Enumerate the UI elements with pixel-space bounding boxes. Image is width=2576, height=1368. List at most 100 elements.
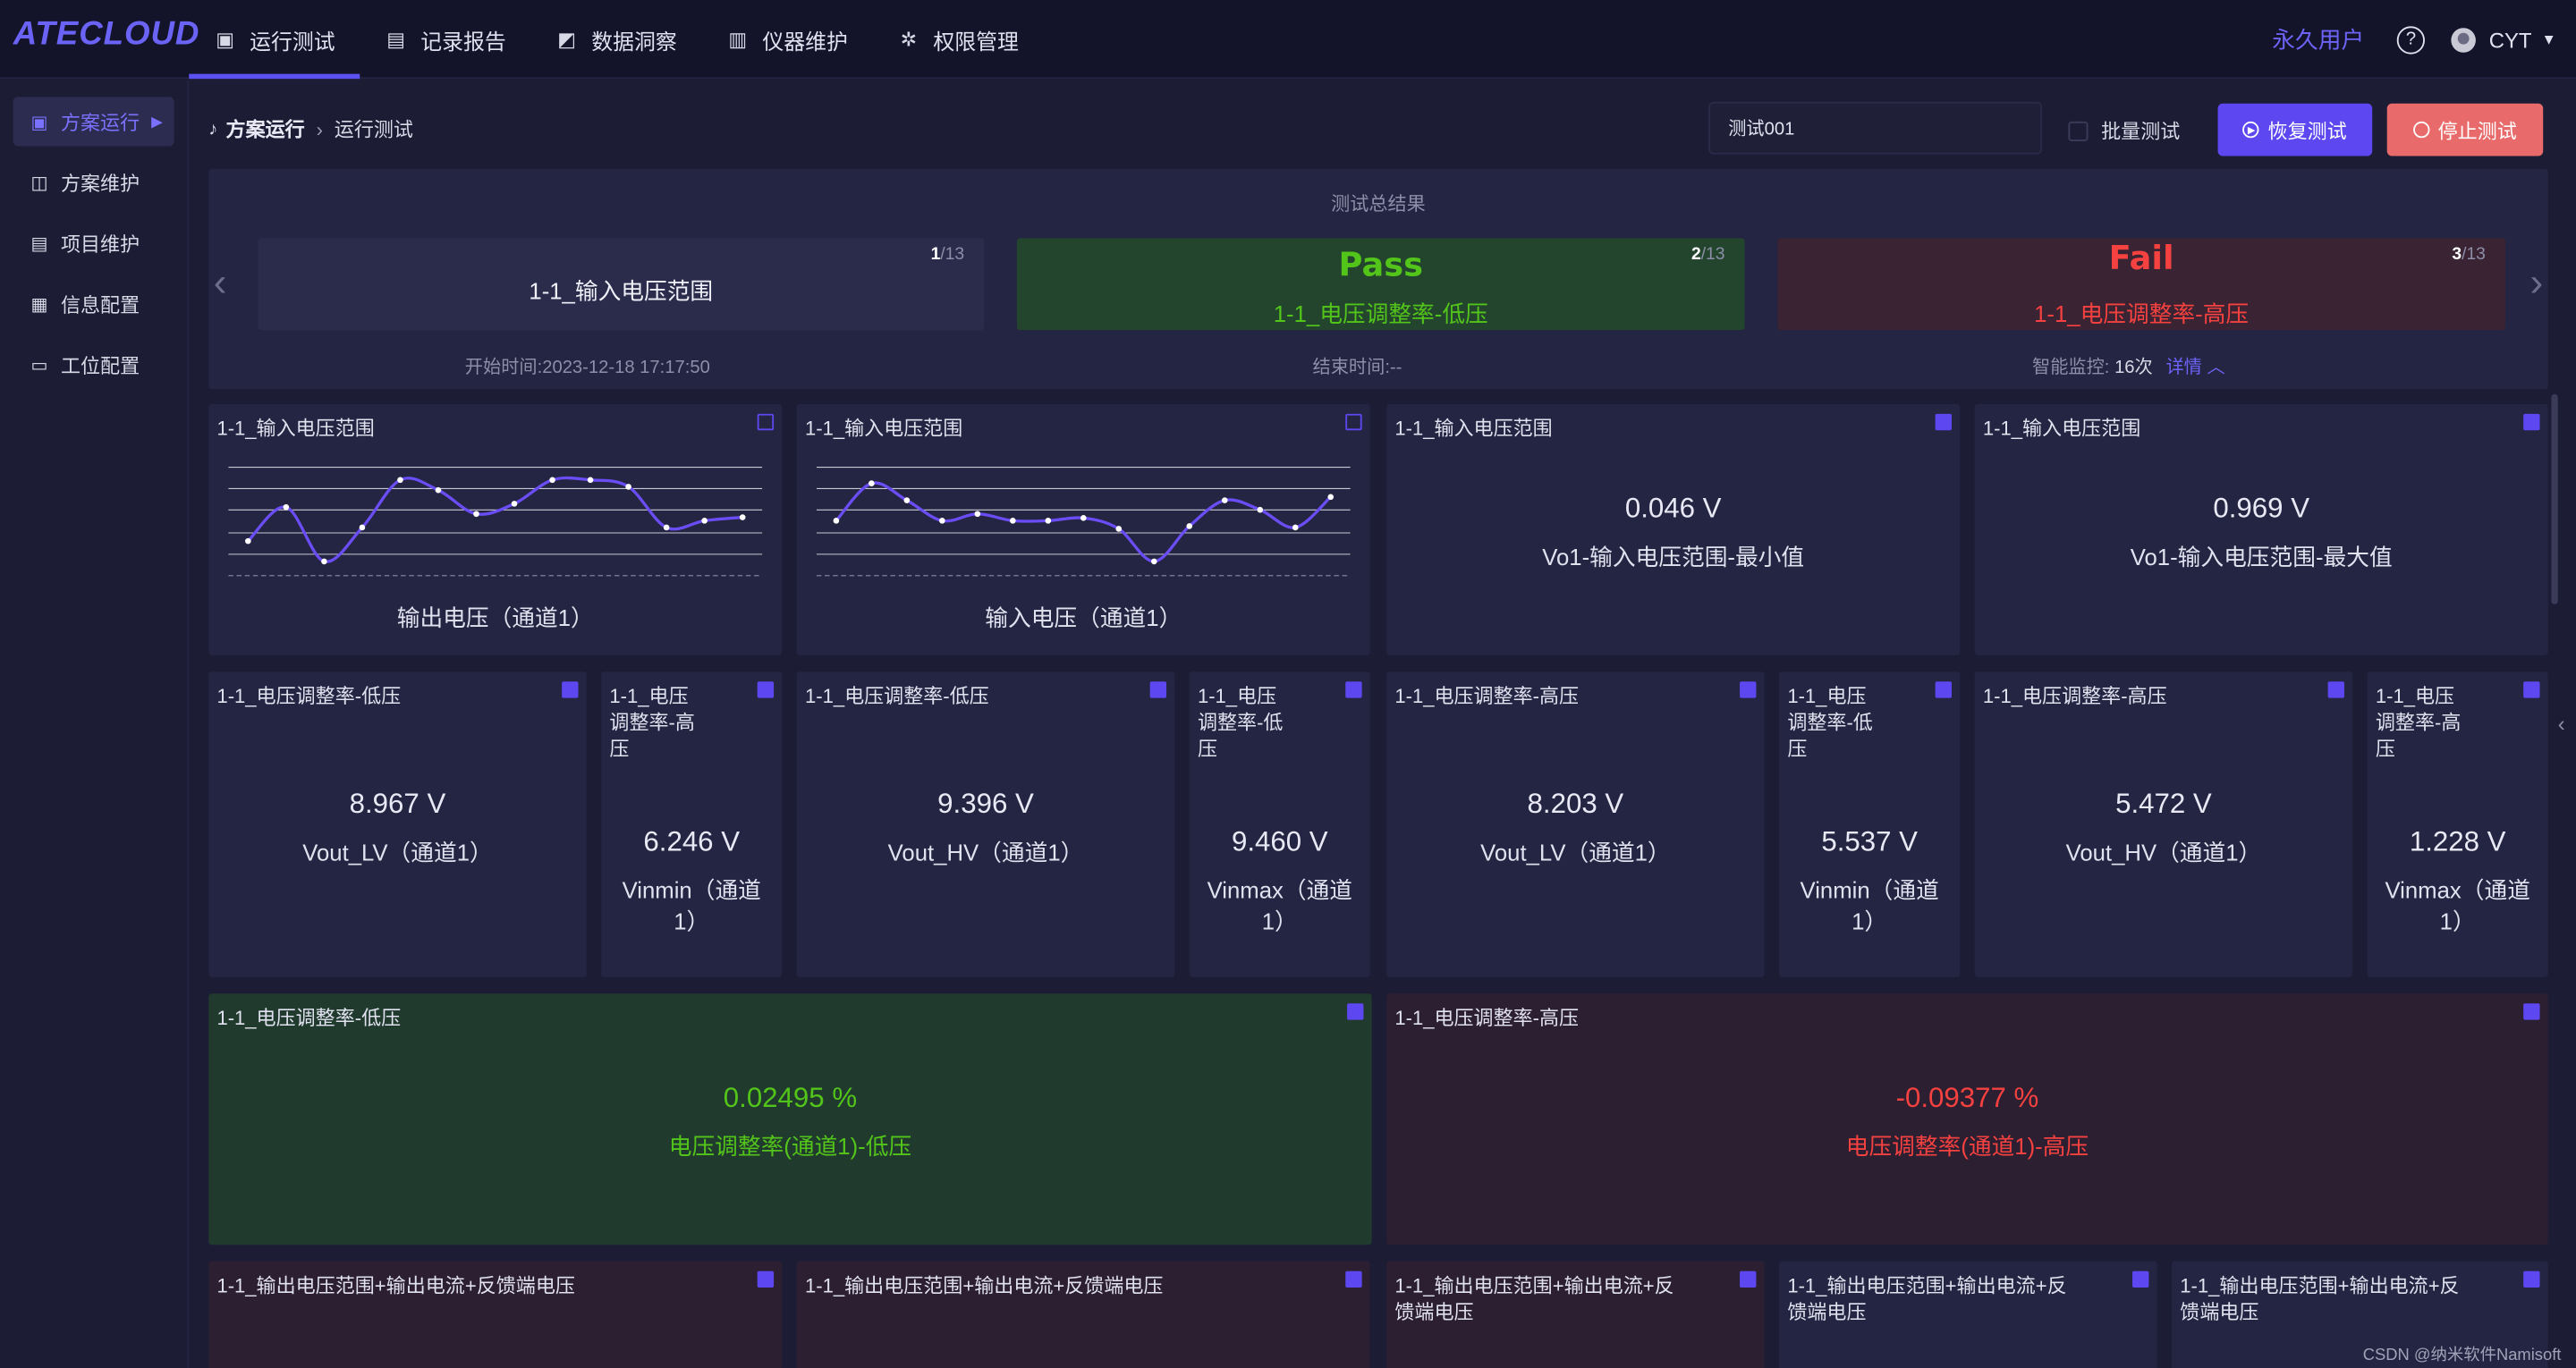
help-icon[interactable]: ? <box>2396 25 2426 54</box>
panel-title: 1-1_电压调整率-高压 <box>1982 684 2167 708</box>
panel-type-icon[interactable] <box>757 681 775 698</box>
breadcrumb: ♪ 方案运行 › 运行测试 <box>208 115 413 143</box>
test-name-input[interactable] <box>1708 101 2043 155</box>
value-panel: 1-1_电压调整率-高压 8.203 V Vout_LV（通道1） <box>1386 671 1765 977</box>
data-point <box>587 477 594 484</box>
panel-type-icon[interactable] <box>2523 413 2540 431</box>
data-point <box>1010 518 1016 524</box>
breadcrumb-root[interactable]: 方案运行 <box>226 115 305 143</box>
app-root: ATECLOUD ▣ 运行测试 ▤ 记录报告 ◩ 数据洞察 ▥ 仪器维护 ✲ 权限管理 永… <box>0 0 2576 1368</box>
panel-type-icon[interactable] <box>2132 1271 2149 1288</box>
panel-type-icon[interactable] <box>1345 681 1362 698</box>
metric-label: Vinmin（通道 1） <box>622 876 761 935</box>
panel-type-icon[interactable] <box>1347 1003 1364 1020</box>
avatar[interactable] <box>2451 27 2477 52</box>
panel-title: 1-1_电压 调整率-高 压 <box>609 684 695 761</box>
panel-type-icon[interactable] <box>2523 681 2540 698</box>
panel-type-icon[interactable] <box>1740 681 1757 698</box>
top-navbar: ATECLOUD ▣ 运行测试 ▤ 记录报告 ◩ 数据洞察 ▥ 仪器维护 ✲ 权限管理 永… <box>0 0 2576 80</box>
value-panel: 1-1_电压 调整率-低 压 9.460 V Vinmax（通道 1） <box>1189 671 1370 977</box>
metric-value: -0.09377 % <box>1895 1082 2039 1114</box>
series-line <box>835 481 1332 563</box>
panel-title: 1-1_输出电压范围+输出电流+反馈端电压 <box>804 1274 1164 1297</box>
batch-checkbox[interactable] <box>2068 120 2089 141</box>
panel-type-icon[interactable] <box>2523 1271 2540 1288</box>
card-page: 1/13 <box>930 244 965 265</box>
nav-data-insight[interactable]: ◩ 数据洞察 <box>530 0 701 79</box>
panel-title: 1-1_输出电压范围+输出电流+反 馈端电压 <box>1394 1274 1674 1324</box>
power-icon <box>2413 121 2430 139</box>
end-time: 结束时间:-- <box>1312 358 1402 378</box>
user-name[interactable]: CYT <box>2489 27 2532 52</box>
panel-type-icon[interactable] <box>1935 681 1952 698</box>
panel-type-icon[interactable] <box>757 413 775 431</box>
panel-type-icon[interactable] <box>2523 1003 2540 1020</box>
instrument-icon: ▥ <box>728 28 748 51</box>
panel-title: 1-1_输出电压范围+输出电流+反 馈端电压 <box>1787 1274 2067 1324</box>
panel-title: 1-1_电压调整率-低压 <box>216 1006 402 1030</box>
panel-title: 1-1_电压调整率-低压 <box>216 684 402 708</box>
detail-toggle[interactable]: 详情 ︿ <box>2165 358 2224 377</box>
value-panel-min: 1-1_输入电压范围 0.046 V Vo1-输入电压范围-最小值 <box>1386 403 1961 655</box>
play-icon: ▶ <box>2242 121 2260 139</box>
smart-monitor: 智能监控: 16次 详情 ︿ <box>2031 358 2225 378</box>
sidebar: ▣ 方案运行 ▶ ◫ 方案维护 ▤ 项目维护 ▦ 信息配置 ▭ 工位配置 <box>0 80 190 1368</box>
panel-title: 1-1_输入电压范围 <box>804 417 963 441</box>
data-point <box>1186 523 1193 529</box>
metric-value: 5.537 V <box>1821 825 1918 857</box>
prev-arrow-icon[interactable]: ‹ <box>214 261 227 307</box>
chevron-down-icon[interactable]: ▼ <box>2542 31 2556 47</box>
sidebar-item-station[interactable]: ▭ 工位配置 <box>13 340 174 389</box>
license-badge[interactable]: 永久用户 <box>2272 23 2364 56</box>
test-summary: 测试总结果 ‹ › 1/13 1-1_输入电压范围 2/13 Pass 1-1_… <box>208 169 2548 390</box>
info-config-icon: ▦ <box>30 294 48 315</box>
panel-type-icon[interactable] <box>1345 1271 1362 1288</box>
data-point <box>701 518 708 524</box>
chart-panel-input-voltage: 1-1_输入电压范围 输入电压（通道1） <box>796 403 1370 655</box>
data-point <box>833 518 840 524</box>
panel-type-icon[interactable] <box>562 681 579 698</box>
watermark: CSDN @纳米软件Namisoft <box>2362 1347 2562 1365</box>
sidebar-item-info-config[interactable]: ▦ 信息配置 <box>13 279 174 328</box>
result-panel: 1-1_输出电压范围+输出电流+反馈端电压 <box>208 1261 783 1368</box>
line-chart <box>816 466 1351 577</box>
start-time: 开始时间:2023-12-18 17:17:50 <box>464 358 710 378</box>
summary-card-1[interactable]: 1/13 1-1_输入电压范围 <box>258 238 985 331</box>
nav-instrument[interactable]: ▥ 仪器维护 <box>701 0 872 79</box>
data-point <box>625 484 631 490</box>
metric-value: 1.228 V <box>2409 825 2506 857</box>
data-point <box>1115 526 1123 532</box>
nav-record-report[interactable]: ▤ 记录报告 <box>360 0 530 79</box>
metric-value: 8.967 V <box>349 788 446 820</box>
metric-label: 电压调整率(通道1)-低压 <box>668 1133 912 1160</box>
scheme-run-icon: ▣ <box>30 112 48 132</box>
panel-type-icon[interactable] <box>757 1271 775 1288</box>
value-panel: 1-1_电压调整率-低压 9.396 V Vout_HV（通道1） <box>796 671 1175 977</box>
panel-type-icon[interactable] <box>2327 681 2344 698</box>
data-point <box>473 511 479 518</box>
panel-type-icon[interactable] <box>1149 681 1167 698</box>
panel-type-icon[interactable] <box>1740 1271 1757 1288</box>
nav-permission[interactable]: ✲ 权限管理 <box>872 0 1043 79</box>
data-point <box>1221 497 1228 503</box>
sidebar-item-project[interactable]: ▤ 项目维护 <box>13 218 174 267</box>
nav-run-test[interactable]: ▣ 运行测试 <box>189 0 360 80</box>
user-area: 永久用户 ? CYT ▼ <box>2272 0 2556 79</box>
sidebar-item-scheme-run[interactable]: ▣ 方案运行 ▶ <box>13 97 174 147</box>
summary-card-3[interactable]: 3/13 Fail 1-1_电压调整率-高压 <box>1777 238 2505 331</box>
scrollbar[interactable] <box>2551 393 2558 604</box>
data-point <box>869 480 875 486</box>
summary-card-2[interactable]: 2/13 Pass 1-1_电压调整率-低压 <box>1016 238 1745 331</box>
sidebar-item-scheme-maint[interactable]: ◫ 方案维护 <box>13 157 174 207</box>
collapse-arrow-icon[interactable]: ‹ <box>2558 711 2565 736</box>
resume-test-button[interactable]: ▶ 恢复测试 <box>2217 103 2373 156</box>
panel-type-icon[interactable] <box>1345 413 1362 431</box>
next-arrow-icon[interactable]: › <box>2530 261 2544 307</box>
batch-test-toggle[interactable]: 批量测试 <box>2068 116 2180 144</box>
panel-title: 1-1_电压调整率-高压 <box>1394 684 1580 708</box>
metric-value: 0.969 V <box>2213 493 2310 524</box>
stop-test-button[interactable]: 停止测试 <box>2386 103 2544 156</box>
metric-value: 9.460 V <box>1231 825 1328 857</box>
panel-type-icon[interactable] <box>1935 413 1952 431</box>
metric-label: Vinmin（通道 1） <box>1800 876 1939 935</box>
